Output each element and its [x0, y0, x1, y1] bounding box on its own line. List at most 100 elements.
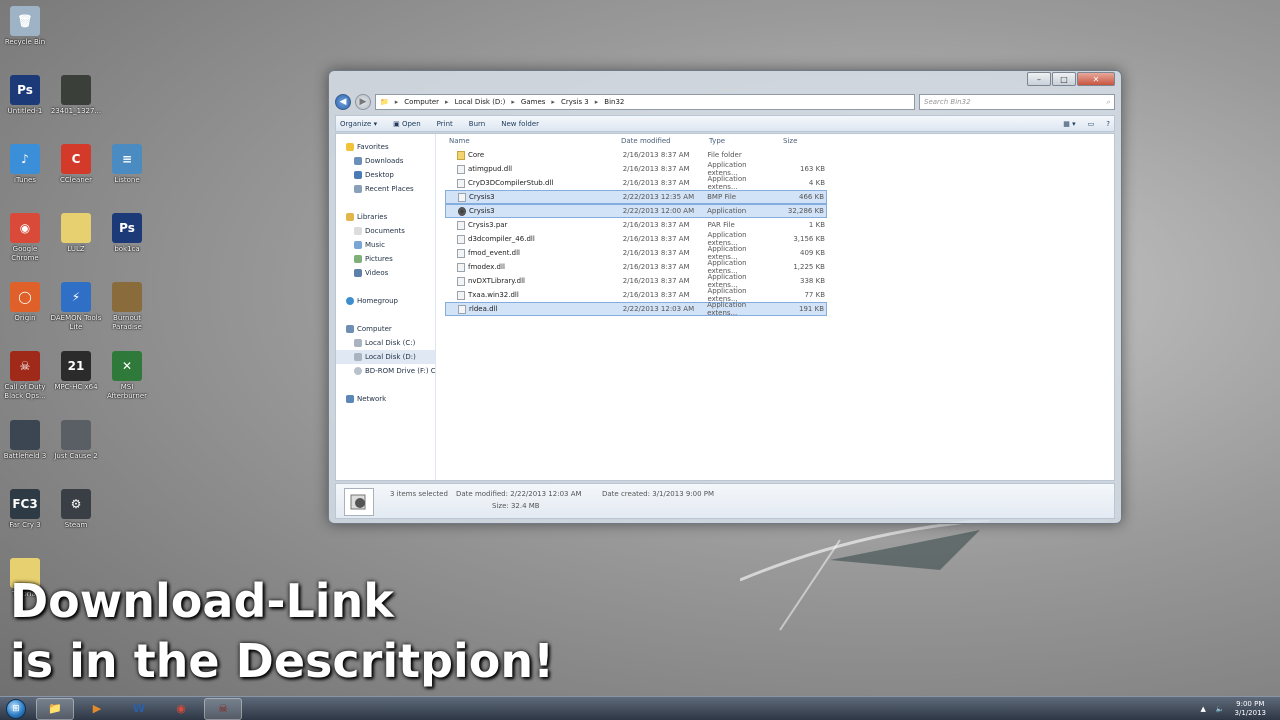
app-icon: ◯ [10, 282, 40, 312]
file-row[interactable]: atimgpud.dll 2/16/2013 8:37 AM Application… [445, 161, 827, 177]
breadcrumb-separator-icon[interactable]: ▸ [395, 98, 399, 106]
nav-desktop[interactable]: Desktop [336, 168, 435, 182]
desktop-icon-lulz[interactable]: LULZ [49, 213, 103, 254]
breadcrumb-segment[interactable]: Local Disk (D:) [455, 98, 506, 106]
nav-favorites[interactable]: Favorites [336, 140, 435, 154]
taskbar-word-button[interactable]: W [120, 698, 158, 720]
desktop-icon-google-chrome[interactable]: ◉ Google Chrome [0, 213, 52, 263]
nav-documents[interactable]: Documents [336, 224, 435, 238]
desktop-icon-msi-afterburner[interactable]: ✕ MSI Afterburner [100, 351, 154, 401]
forward-button[interactable]: ▶ [355, 94, 371, 110]
app-icon [10, 420, 40, 450]
file-row[interactable]: Crysis3 2/22/2013 12:35 AM BMP File 466 KB [445, 190, 827, 204]
file-icon [457, 220, 465, 230]
start-button[interactable]: ⊞ [0, 697, 32, 720]
desktop-icon-bok1ca[interactable]: Ps bok1ca [100, 213, 154, 254]
preview-pane-icon[interactable]: ▭ [1088, 120, 1095, 128]
search-input[interactable]: Search Bin32 ⌕ [919, 94, 1115, 110]
nav-local-disk-c[interactable]: Local Disk (C:) [336, 336, 435, 350]
breadcrumb[interactable]: 📁 ▸ Computer ▸ Local Disk (D:) ▸ Games ▸ Crysis … [375, 94, 915, 110]
pictures-icon [354, 255, 362, 263]
file-row[interactable]: fmodex.dll 2/16/2013 8:37 AM Application e… [445, 259, 827, 275]
breadcrumb-separator-icon[interactable]: ▸ [445, 98, 449, 106]
breadcrumb-separator-icon[interactable]: ▸ [511, 98, 515, 106]
nav-music-label: Music [365, 241, 385, 249]
nav-videos[interactable]: Videos [336, 266, 435, 280]
desktop-icon-ccleaner[interactable]: C CCleaner [49, 144, 103, 185]
breadcrumb-segment[interactable]: Computer [404, 98, 439, 106]
nav-computer[interactable]: Computer [336, 322, 435, 336]
breadcrumb-separator-icon[interactable]: ▸ [595, 98, 599, 106]
desktop-icon-listone[interactable]: ≡ Listone [100, 144, 154, 185]
app-icon: Ps [10, 75, 40, 105]
close-button[interactable]: ✕ [1077, 72, 1115, 86]
desktop-icon-itunes[interactable]: ♪ iTunes [0, 144, 52, 185]
file-row[interactable]: Crysis3.par 2/16/2013 8:37 AM PAR File 1 KB [445, 218, 827, 232]
desktop-icon-origin[interactable]: ◯ Origin [0, 282, 52, 323]
file-row[interactable]: Txaa.win32.dll 2/16/2013 8:37 AM Applicati… [445, 287, 827, 303]
taskbar-explorer-button[interactable]: 📁 [36, 697, 74, 720]
column-size[interactable]: Size [783, 137, 833, 145]
desktop-icon-burnout-paradise[interactable]: Burnout Paradise [100, 282, 154, 332]
desktop-icon-battlefield-3[interactable]: Battlefield 3 [0, 420, 52, 461]
desktop-icon-mpc-hc-x64[interactable]: 21 MPC-HC x64 [49, 351, 103, 392]
taskbar-game-button[interactable]: ☠ [204, 697, 242, 720]
column-date-modified[interactable]: Date modified [621, 137, 709, 145]
downloads-icon [354, 157, 362, 165]
file-row[interactable]: rldea.dll 2/22/2013 12:03 AM Application e… [445, 301, 827, 317]
file-row[interactable]: CryD3DCompilerStub.dll 2/16/2013 8:37 AM A… [445, 175, 827, 191]
breadcrumb-segment[interactable]: Bin32 [604, 98, 624, 106]
desktop-icon-recycle-bin[interactable]: 🗑 Recycle Bin [0, 6, 52, 47]
nav-music[interactable]: Music [336, 238, 435, 252]
nav-pictures[interactable]: Pictures [336, 252, 435, 266]
file-size: 191 KB [799, 305, 824, 313]
maximize-button[interactable]: □ [1052, 72, 1076, 86]
drive-icon [354, 339, 362, 347]
back-button[interactable]: ◀ [335, 94, 351, 110]
view-options-icon[interactable]: ▦ ▾ [1063, 120, 1075, 128]
tray-arrow-icon[interactable]: ▲ [1200, 705, 1205, 713]
file-row[interactable]: Crysis3 2/22/2013 12:00 AM Application 32,2… [445, 204, 827, 218]
nav-recent-places[interactable]: Recent Places [336, 182, 435, 196]
taskbar-chrome-button[interactable]: ◉ [162, 698, 200, 720]
column-type[interactable]: Type [709, 137, 783, 145]
open-button[interactable]: ▣ Open [393, 120, 421, 128]
breadcrumb-segment[interactable]: Crysis 3 [561, 98, 589, 106]
file-row[interactable]: d3dcompiler_46.dll 2/16/2013 8:37 AM Appli… [445, 231, 827, 247]
nav-bd-rom-drive[interactable]: BD-ROM Drive (F:) C [336, 364, 435, 378]
taskbar-media-player-button[interactable]: ▶ [78, 698, 116, 720]
desktop-icon-daemon-tools-lite[interactable]: ⚡ DAEMON Tools Lite [49, 282, 103, 332]
breadcrumb-separator-icon[interactable]: ▸ [551, 98, 555, 106]
file-row[interactable]: fmod_event.dll 2/16/2013 8:37 AM Applicati… [445, 245, 827, 261]
clock[interactable]: 9:00 PM 3/1/2013 [1235, 700, 1266, 718]
organize-button[interactable]: Organize ▾ [340, 120, 377, 128]
details-pane: 3 items selected Date modified: 2/22/201… [335, 483, 1115, 519]
minimize-button[interactable]: – [1027, 72, 1051, 86]
desktop-icon-23401-1327[interactable]: 23401_1327... [49, 75, 103, 116]
file-name-text: Crysis3 [469, 193, 495, 201]
desktop-icon-far-cry-3[interactable]: FC3 Far Cry 3 [0, 489, 52, 530]
file-row[interactable]: nvDXTLibrary.dll 2/16/2013 8:37 AM Applica… [445, 273, 827, 289]
desktop-icon-untitled-1[interactable]: Ps Untitled-1 [0, 75, 52, 116]
nav-local-disk-d[interactable]: Local Disk (D:) [336, 350, 435, 364]
desktop-icon-label: LULZ [67, 245, 85, 253]
help-icon[interactable]: ? [1106, 120, 1110, 128]
nav-downloads[interactable]: Downloads [336, 154, 435, 168]
breadcrumb-segment[interactable]: Games [521, 98, 546, 106]
folder-icon: 📁 [380, 98, 389, 106]
new-folder-button[interactable]: New folder [501, 120, 539, 128]
volume-icon[interactable]: 🔈 [1216, 705, 1225, 713]
desktop-icon-just-cause-2[interactable]: Just Cause 2 [49, 420, 103, 461]
nav-homegroup[interactable]: Homegroup [336, 294, 435, 308]
column-name[interactable]: Name [449, 137, 621, 145]
file-name: fmod_event.dll [457, 248, 623, 258]
desktop-icon-label: Origin [14, 314, 36, 322]
nav-libraries[interactable]: Libraries [336, 210, 435, 224]
burn-button[interactable]: Burn [469, 120, 485, 128]
print-button[interactable]: Print [437, 120, 453, 128]
desktop-icon-call-of-duty-black-ops[interactable]: ☠ Call of Duty Black Ops... [0, 351, 52, 401]
file-row[interactable]: Core 2/16/2013 8:37 AM File folder [445, 148, 827, 162]
explorer-window[interactable]: – □ ✕ ◀ ▶ 📁 ▸ Computer ▸ Local Disk (D:) ▸ Gam… [328, 70, 1122, 524]
desktop-icon-steam[interactable]: ⚙ Steam [49, 489, 103, 530]
nav-network[interactable]: Network [336, 392, 435, 406]
